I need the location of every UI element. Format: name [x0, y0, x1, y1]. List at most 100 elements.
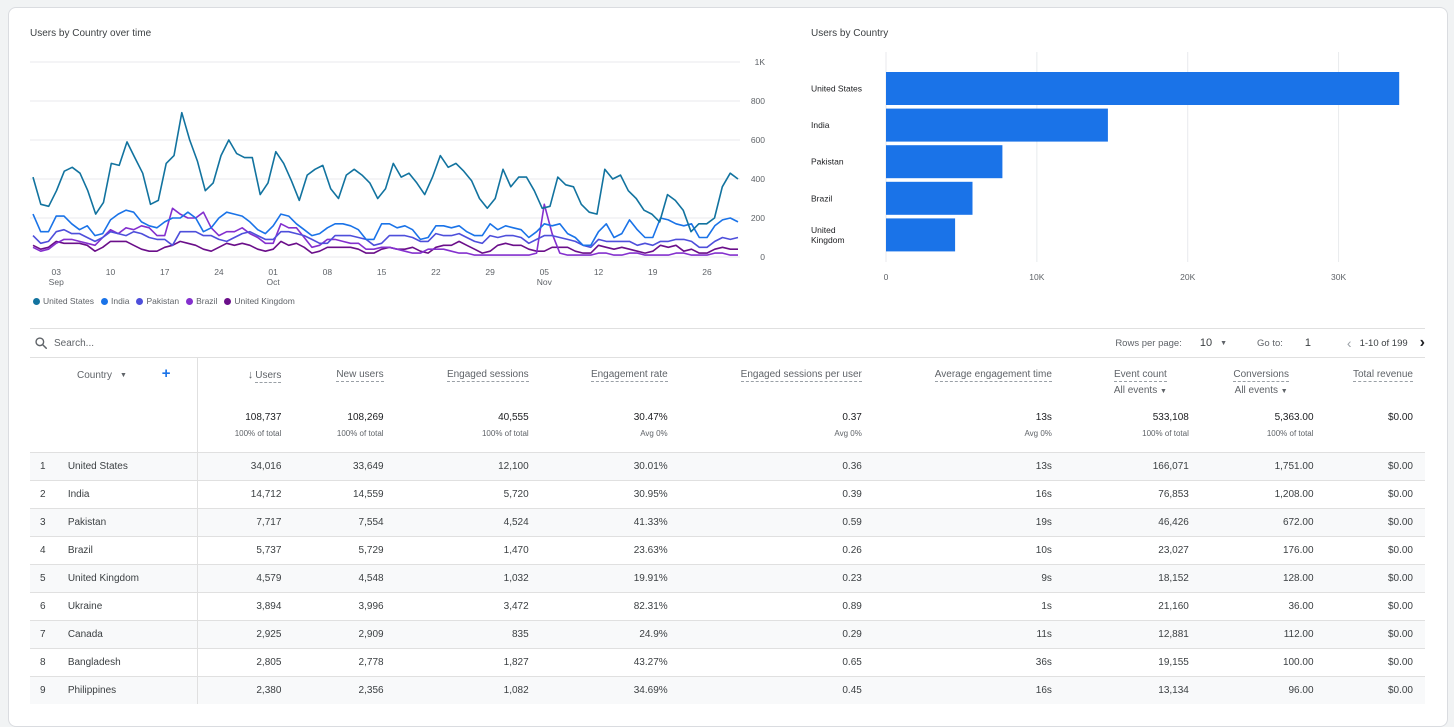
row-country[interactable]: Pakistan	[67, 507, 199, 536]
table-row[interactable]: 9 Philippines 2,380 2,356 1,082 34.69% 0.45 16s…	[30, 675, 1425, 704]
row-cell: 1,032	[383, 563, 529, 592]
table-row[interactable]: 8 Bangladesh 2,805 2,778 1,827 43.27% 0.65 36s 1…	[30, 647, 1425, 676]
bar-united-states[interactable]	[886, 72, 1400, 105]
row-cell: 10s	[861, 535, 1052, 564]
table-row[interactable]: 5 United Kingdom 4,579 4,548 1,032 19.91% 0.23…	[30, 563, 1425, 592]
bar-pakistan[interactable]	[886, 145, 1003, 179]
event-filter-select[interactable]: All events ▼	[1092, 385, 1189, 396]
row-index: 7	[30, 619, 68, 648]
row-index: 4	[30, 535, 68, 564]
col-header-users[interactable]: ↓ Users	[198, 358, 282, 406]
row-cell: 16s	[861, 675, 1052, 704]
col-header-conversions[interactable]: Conversions All events ▼	[1189, 358, 1314, 406]
row-country[interactable]: Ukraine	[67, 591, 199, 620]
row-cell: 36s	[861, 647, 1052, 676]
row-cell: 1,827	[383, 647, 529, 676]
row-cell: 4,579	[197, 563, 282, 592]
table-row[interactable]: 1 United States 34,016 33,649 12,100 30.01% 0.…	[30, 451, 1425, 480]
table-row[interactable]: 6 Ukraine 3,894 3,996 3,472 82.31% 0.89 1s 21,16…	[30, 591, 1425, 620]
row-cell: 0.29	[667, 619, 862, 648]
row-country[interactable]: Bangladesh	[67, 647, 199, 676]
row-cell: $0.00	[1313, 619, 1425, 648]
bar-brazil[interactable]	[886, 181, 973, 215]
total-cell: 30.47% Avg 0%	[529, 406, 668, 452]
add-dimension-icon[interactable]: +	[162, 365, 171, 382]
search-box[interactable]	[30, 336, 254, 350]
row-country[interactable]: United States	[67, 451, 199, 480]
row-country[interactable]: Canada	[67, 619, 199, 648]
caret-down-icon: ▼	[120, 372, 127, 379]
search-input[interactable]	[54, 337, 254, 349]
row-cell: 14,712	[197, 479, 282, 508]
next-page-icon[interactable]: ›	[1420, 334, 1425, 352]
row-cell: 5,720	[383, 479, 529, 508]
row-cell: 30.95%	[528, 479, 668, 508]
row-cell: 12,881	[1051, 619, 1189, 648]
col-header-engaged-sessions[interactable]: Engaged sessions	[384, 358, 529, 406]
table-row[interactable]: 4 Brazil 5,737 5,729 1,470 23.63% 0.26 10s 23,02…	[30, 535, 1425, 564]
table-row[interactable]: 3 Pakistan 7,717 7,554 4,524 41.33% 0.59 19s 46,…	[30, 507, 1425, 536]
row-cell: 112.00	[1188, 619, 1314, 648]
table-row[interactable]: 2 India 14,712 14,559 5,720 30.95% 0.39 16s 76,8…	[30, 479, 1425, 508]
row-country[interactable]: Brazil	[67, 535, 199, 564]
conversion-filter-select[interactable]: All events ▼	[1209, 385, 1314, 396]
row-cell: 3,996	[281, 591, 384, 620]
row-cell: 0.36	[667, 451, 862, 480]
row-cell: 0.89	[667, 591, 862, 620]
table-row[interactable]: 7 Canada 2,925 2,909 835 24.9% 0.29 11s 12,881 11…	[30, 619, 1425, 648]
col-header-engaged-sessions-per-user[interactable]: Engaged sessions per user	[668, 358, 862, 406]
goto-input[interactable]: 1	[1305, 337, 1335, 349]
row-cell: 0.65	[667, 647, 862, 676]
row-cell: $0.00	[1313, 507, 1425, 536]
col-header-new-users[interactable]: New users	[281, 358, 384, 406]
total-value: $0.00	[1387, 412, 1413, 423]
total-cell: 108,737 100% of total	[198, 406, 282, 452]
bar-united-kingdom[interactable]	[886, 218, 956, 252]
row-cell: 23.63%	[528, 535, 668, 564]
row-cell: 41.33%	[528, 507, 668, 536]
prev-page-icon[interactable]: ‹	[1347, 335, 1352, 351]
total-value: 5,363.00	[1274, 412, 1314, 423]
goto-label: Go to:	[1257, 337, 1283, 349]
row-cell: 16s	[861, 479, 1052, 508]
row-index: 3	[30, 507, 68, 536]
row-index: 2	[30, 479, 68, 508]
row-cell: 7,554	[281, 507, 384, 536]
total-cell: 533,108 100% of total	[1052, 406, 1189, 452]
bar-chart[interactable]: 0 10K 20K 30K United States India Pakistan Braz…	[0, 0, 1454, 300]
row-cell: 76,853	[1051, 479, 1189, 508]
bar-india[interactable]	[886, 108, 1108, 142]
category-label: United States	[811, 84, 862, 94]
row-cell: 2,925	[197, 619, 282, 648]
table-toolbar: Rows per page: 10 ▼ Go to: 1 ‹ 1-10 of 1…	[30, 328, 1425, 358]
dimension-select[interactable]: Country ▼	[77, 370, 127, 381]
row-cell: $0.00	[1313, 563, 1425, 592]
col-header-event-count[interactable]: Event count All events ▼	[1052, 358, 1189, 406]
col-header-engagement-rate[interactable]: Engagement rate	[529, 358, 668, 406]
col-header-average-engagement-time[interactable]: Average engagement time	[862, 358, 1052, 406]
totals-row: 108,737 100% of total 108,269 100% of total…	[30, 406, 1425, 452]
total-value: 0.37	[842, 412, 862, 423]
row-cell: 0.45	[667, 675, 862, 704]
category-label: Brazil	[811, 193, 832, 203]
total-value: 108,737	[245, 412, 282, 423]
row-cell: 2,909	[281, 619, 384, 648]
row-cell: 672.00	[1188, 507, 1314, 536]
total-subtext: Avg 0%	[1024, 429, 1052, 438]
row-cell: 0.39	[667, 479, 862, 508]
row-country[interactable]: Philippines	[67, 675, 199, 704]
row-cell: 4,548	[281, 563, 384, 592]
row-cell: 3,894	[197, 591, 282, 620]
row-cell: 36.00	[1188, 591, 1314, 620]
row-cell: 128.00	[1188, 563, 1314, 592]
rows-per-page-select[interactable]: 10 ▼	[1200, 337, 1227, 349]
total-subtext: 100% of total	[234, 429, 282, 438]
col-header-total-revenue[interactable]: Total revenue	[1314, 358, 1425, 406]
total-subtext: 100% of total	[1142, 429, 1189, 438]
page-range: 1-10 of 199	[1359, 337, 1408, 349]
row-country[interactable]: India	[67, 479, 199, 508]
row-cell: 9s	[861, 563, 1052, 592]
row-cell: 166,071	[1051, 451, 1189, 480]
row-country[interactable]: United Kingdom	[67, 563, 199, 592]
row-cell: 0.26	[667, 535, 862, 564]
